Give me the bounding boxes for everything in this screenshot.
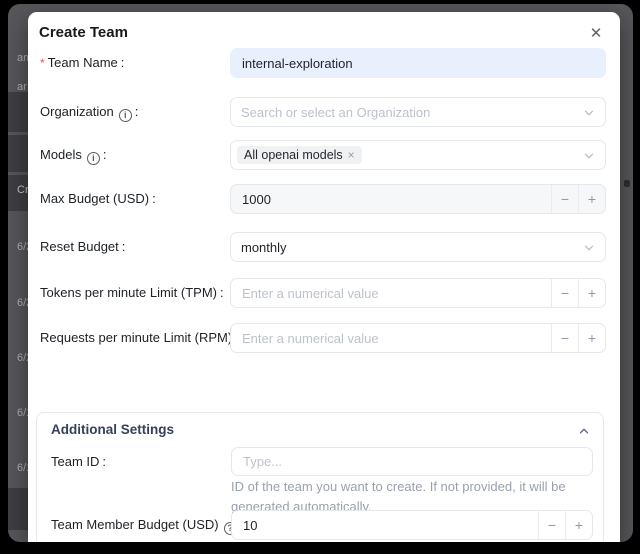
- tag-remove-icon[interactable]: ×: [348, 148, 355, 162]
- close-icon: ✕: [590, 24, 603, 42]
- team-id-label: Team ID:: [51, 447, 229, 476]
- modal-title: Create Team: [39, 24, 128, 41]
- increment-button[interactable]: +: [565, 511, 592, 539]
- increment-button[interactable]: +: [578, 279, 605, 307]
- decrement-button[interactable]: −: [551, 324, 578, 352]
- minus-icon: −: [561, 330, 569, 346]
- member-budget-label: Team Member Budget (USD)?:: [51, 510, 229, 540]
- team-name-row: *Team Name:: [28, 48, 620, 78]
- minus-icon: −: [548, 517, 556, 533]
- chevron-down-icon: [583, 242, 595, 257]
- chevron-down-icon: [583, 107, 595, 122]
- increment-button[interactable]: +: [578, 324, 605, 352]
- close-button[interactable]: ✕: [585, 22, 607, 44]
- decrement-button[interactable]: −: [538, 511, 565, 539]
- background-window: am ar Cr 6/2 6/2 6/2 6/1 6/1 Create Team…: [8, 4, 633, 542]
- screen: am ar Cr 6/2 6/2 6/2 6/1 6/1 Create Team…: [0, 0, 640, 554]
- reset-budget-label: Reset Budget:: [40, 232, 228, 262]
- max-budget-number-input: − +: [230, 184, 606, 214]
- organization-select[interactable]: Search or select an Organization: [230, 97, 606, 127]
- rpm-label: Requests per minute Limit (RPM):: [40, 323, 228, 353]
- member-budget-row: Team Member Budget (USD)?: − +: [37, 510, 603, 540]
- additional-settings-panel[interactable]: Additional Settings Team ID: ID of the t…: [36, 412, 604, 542]
- tpm-label: Tokens per minute Limit (TPM):: [40, 278, 228, 308]
- team-name-label: *Team Name:: [40, 48, 228, 78]
- rpm-row: Requests per minute Limit (RPM): − +: [28, 323, 620, 353]
- reset-budget-row: Reset Budget: monthly: [28, 232, 620, 262]
- chevron-down-icon: [583, 150, 595, 165]
- organization-label: Organizationi:: [40, 97, 228, 127]
- background-table-row: [8, 135, 30, 172]
- plus-icon: +: [588, 191, 596, 207]
- plus-icon: +: [588, 285, 596, 301]
- team-id-row: Team ID:: [37, 447, 603, 476]
- minus-icon: −: [561, 191, 569, 207]
- organization-placeholder: Search or select an Organization: [241, 105, 430, 120]
- team-name-input[interactable]: [230, 48, 606, 78]
- max-budget-input[interactable]: [231, 185, 551, 213]
- reset-budget-value: monthly: [241, 240, 287, 255]
- info-icon[interactable]: i: [87, 152, 100, 165]
- minus-icon: −: [561, 285, 569, 301]
- chevron-up-icon[interactable]: [578, 424, 590, 442]
- member-budget-input[interactable]: [232, 511, 538, 539]
- background-table-row: [8, 488, 30, 530]
- tpm-row: Tokens per minute Limit (TPM): − +: [28, 278, 620, 308]
- models-multiselect[interactable]: All openai models ×: [230, 140, 606, 170]
- reset-budget-select[interactable]: monthly: [230, 232, 606, 262]
- selected-model-tag-label: All openai models: [244, 148, 343, 162]
- background-artifact: [624, 180, 630, 187]
- organization-row: Organizationi: Search or select an Organ…: [28, 97, 620, 127]
- info-icon[interactable]: i: [119, 109, 132, 122]
- models-row: Modelsi: All openai models ×: [28, 140, 620, 170]
- max-budget-row: Max Budget (USD): − +: [28, 184, 620, 214]
- decrement-button[interactable]: −: [551, 185, 578, 213]
- plus-icon: +: [588, 330, 596, 346]
- tpm-input[interactable]: [231, 279, 551, 307]
- decrement-button[interactable]: −: [551, 279, 578, 307]
- create-team-modal: Create Team ✕ *Team Name: Organizationi:: [28, 12, 620, 542]
- max-budget-label: Max Budget (USD):: [40, 184, 228, 214]
- rpm-input[interactable]: [231, 324, 551, 352]
- additional-settings-title: Additional Settings: [51, 422, 174, 437]
- tpm-number-input: − +: [230, 278, 606, 308]
- rpm-number-input: − +: [230, 323, 606, 353]
- required-mark: *: [40, 56, 45, 70]
- selected-model-tag: All openai models ×: [237, 146, 362, 164]
- increment-button[interactable]: +: [578, 185, 605, 213]
- background-table-row: [8, 92, 30, 132]
- member-budget-number-input: − +: [231, 510, 593, 540]
- plus-icon: +: [575, 517, 583, 533]
- models-label: Modelsi:: [40, 140, 228, 170]
- team-id-input[interactable]: [231, 447, 593, 476]
